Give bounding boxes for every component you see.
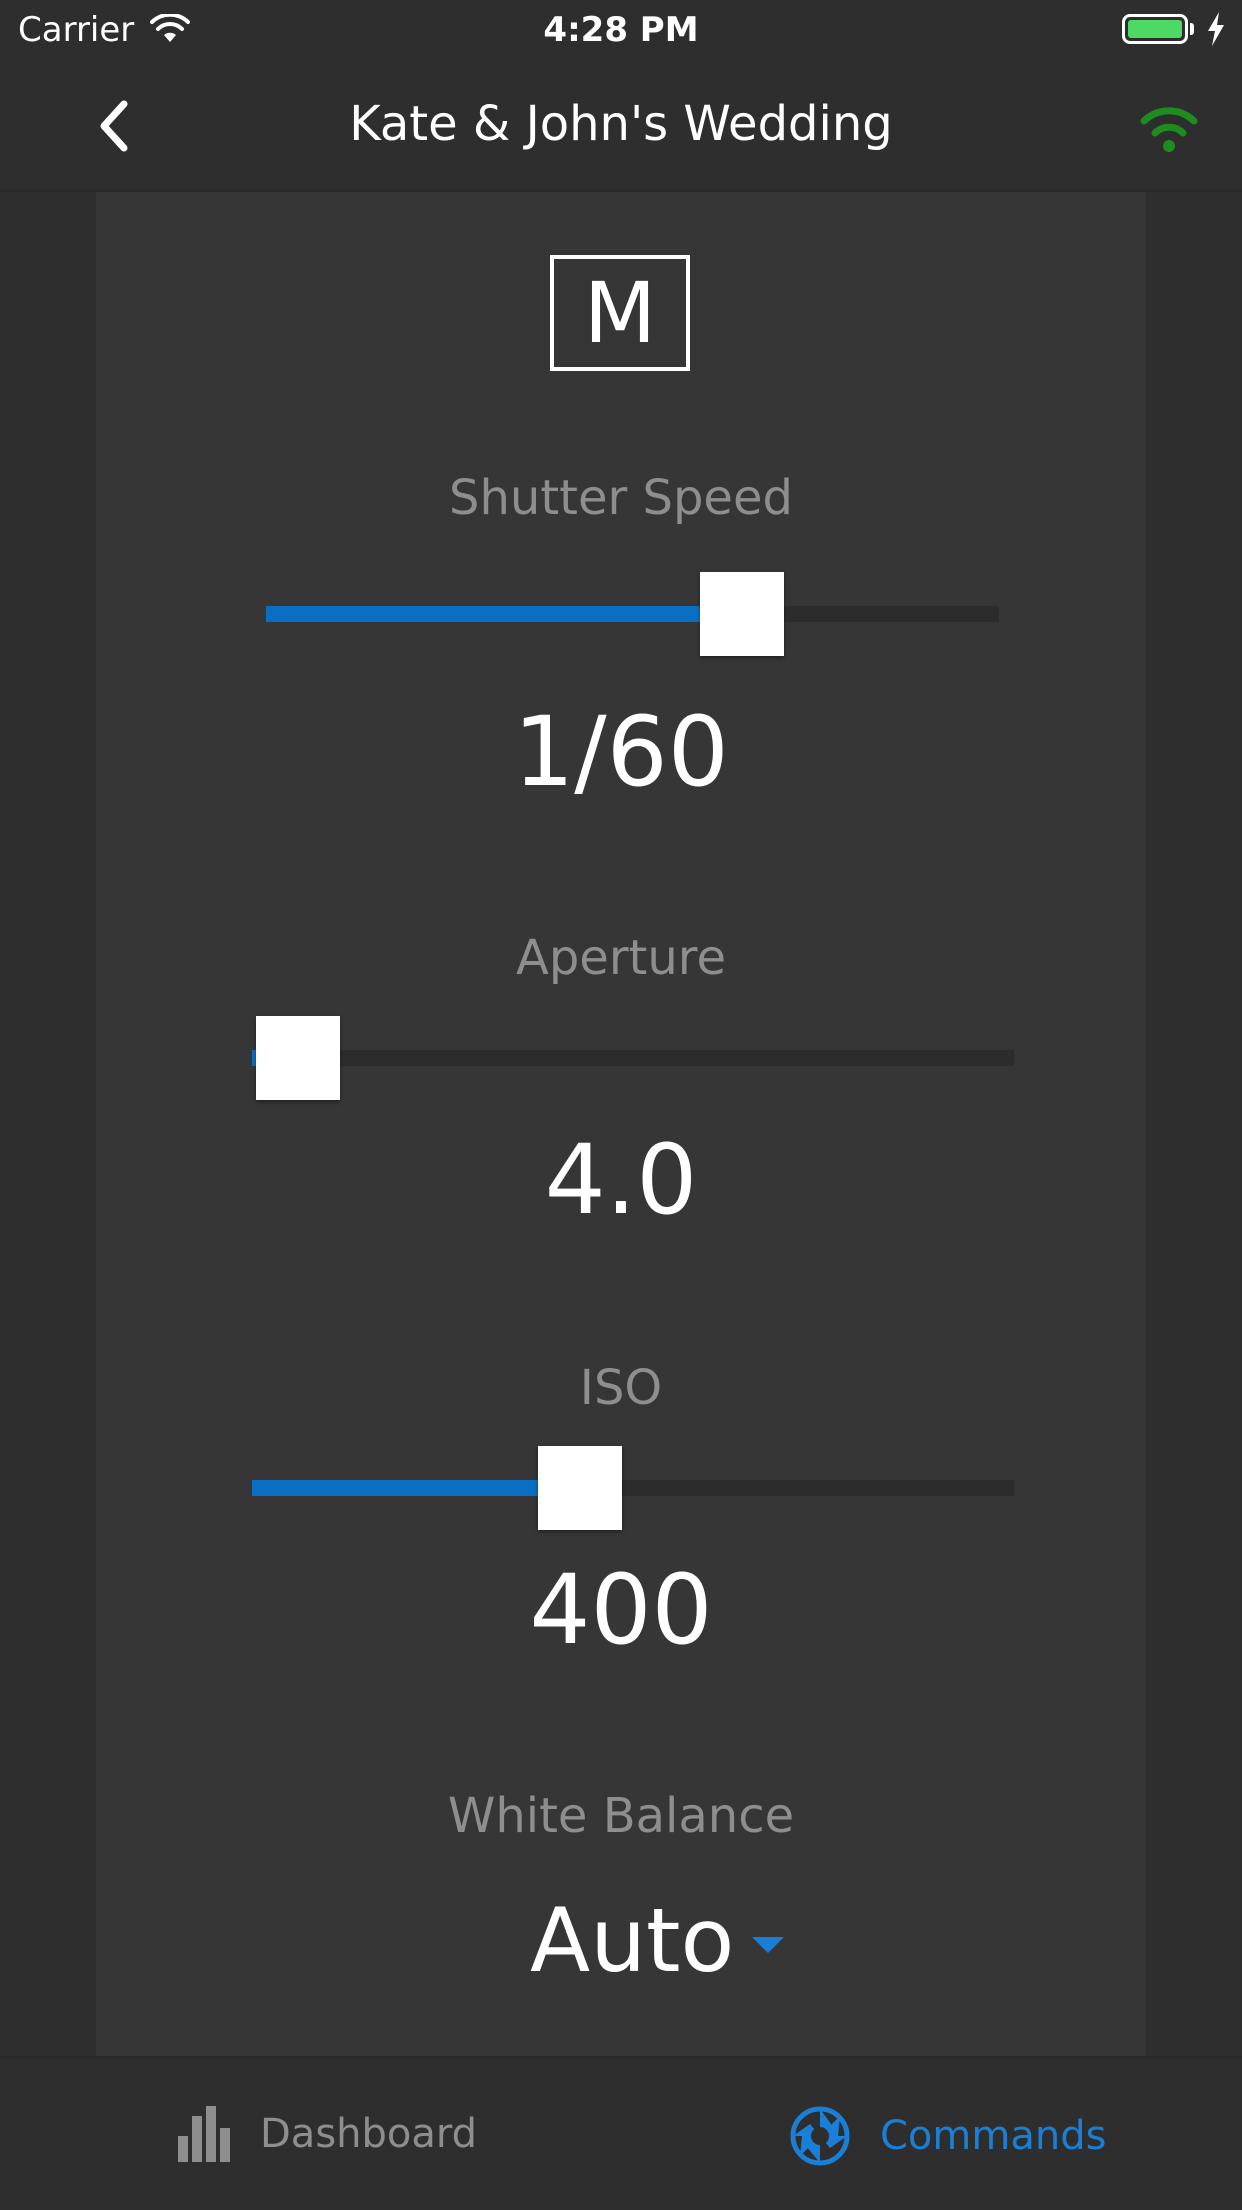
white-balance-label: White Balance: [447, 1788, 795, 1844]
shutter-speed-slider[interactable]: [266, 572, 999, 656]
aperture-slider[interactable]: [252, 1016, 1014, 1100]
battery-cap: [1190, 23, 1194, 35]
tab-commands-label: Commands: [880, 2113, 1107, 2159]
battery-level: [1128, 20, 1182, 38]
page-title: Kate & John's Wedding: [349, 96, 893, 152]
slider-fill: [266, 606, 743, 622]
white-balance-value: Auto: [530, 1888, 735, 1992]
aperture-icon: [790, 2106, 850, 2166]
tab-dashboard[interactable]: Dashboard: [178, 2106, 477, 2162]
aperture-label: Aperture: [515, 930, 727, 986]
iso-slider[interactable]: [252, 1446, 1014, 1530]
navigation-bar: Kate & John's Wedding: [0, 62, 1242, 192]
iso-value: 400: [529, 1554, 713, 1666]
tab-dashboard-label: Dashboard: [260, 2111, 478, 2157]
wifi-icon: [1140, 107, 1198, 152]
dropdown-caret-icon: [752, 1937, 785, 1953]
iso-label: ISO: [579, 1360, 663, 1416]
shutter-speed-label: Shutter Speed: [449, 470, 793, 526]
shutter-speed-value: 1/60: [513, 696, 729, 808]
tab-commands[interactable]: Commands: [790, 2106, 1106, 2166]
white-balance-dropdown[interactable]: Auto: [530, 1888, 785, 1992]
status-bar: Carrier 4:28 PM: [0, 0, 1242, 62]
connection-status-button[interactable]: [1136, 102, 1202, 158]
slider-track: [252, 1050, 1014, 1066]
battery-icon: [1122, 14, 1188, 44]
slider-fill: [252, 1480, 580, 1496]
status-time: 4:28 PM: [543, 10, 699, 50]
slider-thumb[interactable]: [537, 1446, 622, 1530]
charging-bolt-icon: [1206, 12, 1226, 50]
tab-bar: Dashboard Commands: [0, 2056, 1242, 2210]
slider-thumb[interactable]: [255, 1016, 340, 1100]
exposure-mode-button[interactable]: M: [550, 255, 690, 371]
bar-chart-icon: [178, 2106, 230, 2162]
aperture-value: 4.0: [544, 1124, 698, 1236]
slider-thumb[interactable]: [700, 572, 785, 656]
